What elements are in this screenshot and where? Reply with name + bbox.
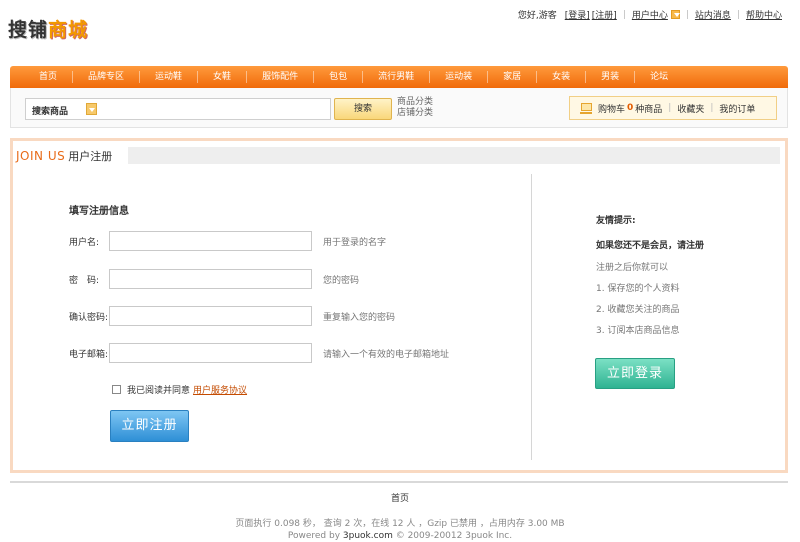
chevron-down-icon[interactable]: [86, 103, 97, 115]
messages-link[interactable]: 站内消息: [695, 8, 731, 21]
product-category-link[interactable]: 商品分类: [397, 97, 433, 108]
favorites-link[interactable]: 收藏夹: [677, 102, 704, 115]
cart-unit: 种商品: [635, 104, 663, 115]
service-agreement-link[interactable]: 用户服务协议: [193, 383, 247, 396]
main-nav: 首页 品牌专区 运动鞋 女鞋 服饰配件 包包 流行男鞋 运动装 家居 女装 男装…: [10, 66, 788, 88]
top-links: 您好,游客 [登录] [注册] | 用户中心 | 站内消息 | 帮助中心: [517, 8, 782, 22]
cart-icon: [580, 102, 592, 114]
email-label: 电子邮箱:: [69, 350, 109, 360]
agreement-row: 我已阅读并同意 用户服务协议: [112, 383, 247, 396]
nav-item-accessories[interactable]: 服饰配件: [247, 71, 315, 83]
separator: |: [736, 9, 740, 20]
shop-category-link[interactable]: 店铺分类: [397, 108, 433, 119]
search-category-links: 商品分类 店铺分类: [397, 97, 433, 119]
logo-text-1: 搜铺: [8, 18, 49, 41]
greeting-text: 您好,游客: [517, 11, 557, 21]
nav-item-womens-wear[interactable]: 女装: [537, 71, 587, 83]
search-category-select[interactable]: 搜索商品: [32, 104, 68, 117]
confirm-password-row: 确认密码: 重复输入您的密码: [69, 306, 509, 326]
username-hint: 用于登录的名字: [323, 238, 387, 248]
username-row: 用户名: 用于登录的名字: [69, 231, 509, 251]
nav-item-mens-wear[interactable]: 男装: [586, 71, 636, 83]
separator: |: [710, 103, 714, 113]
tips-item: 1. 保存您的个人资料: [596, 284, 680, 294]
footer-home-text[interactable]: 首页: [391, 494, 409, 504]
username-label: 用户名:: [69, 238, 100, 248]
help-link[interactable]: 帮助中心: [746, 8, 782, 21]
search-input[interactable]: 搜索商品: [25, 98, 331, 120]
login-button[interactable]: 立即登录: [595, 358, 675, 389]
register-button[interactable]: 立即注册: [110, 410, 189, 442]
nav-item-mens-shoes[interactable]: 流行男鞋: [363, 71, 431, 83]
username-field[interactable]: [109, 231, 312, 251]
password-row: 密 码: 您的密码: [69, 269, 509, 289]
password-field[interactable]: [109, 269, 312, 289]
user-center-link[interactable]: 用户中心: [632, 8, 668, 21]
email-field[interactable]: [109, 343, 312, 363]
footer-stats: 页面执行 0.098 秒， 查询 2 次，在线 12 人 ，Gzip 已禁用 ，…: [235, 519, 565, 529]
nav-item-sneakers[interactable]: 运动鞋: [140, 71, 199, 83]
form-title: 填写注册信息: [69, 206, 129, 217]
powered-prefix: Powered by: [287, 531, 343, 541]
email-row: 电子邮箱: 请输入一个有效的电子邮箱地址: [69, 343, 509, 363]
footer-divider: [10, 481, 788, 483]
register-panel: JOIN US 用户注册 填写注册信息 用户名: 用于登录的名字 密 码: 您的…: [10, 138, 788, 473]
tips-item: 3. 订阅本店商品信息: [596, 326, 680, 336]
tips-title: 友情提示:: [596, 216, 636, 226]
chevron-down-icon[interactable]: [670, 10, 680, 19]
divider: [531, 174, 532, 460]
confirm-password-hint: 重复输入您的密码: [323, 313, 396, 323]
nav-item-brands[interactable]: 品牌专区: [73, 71, 141, 83]
nav-item-womens-shoes[interactable]: 女鞋: [198, 71, 248, 83]
agree-text: 我已阅读并同意: [127, 386, 191, 396]
site-logo[interactable]: 搜铺 商城: [8, 14, 88, 42]
nav-item-sportswear[interactable]: 运动装: [430, 71, 489, 83]
page-title-en: JOIN US: [16, 148, 66, 163]
footer-home-link[interactable]: 首页: [0, 491, 800, 504]
cart-label[interactable]: 购物车: [598, 102, 625, 115]
separator: |: [622, 9, 626, 20]
register-link[interactable]: [注册]: [592, 8, 617, 21]
password-label: 密 码:: [69, 276, 100, 286]
page-title-zh: 用户注册: [68, 149, 113, 163]
cart-bar: 购物车 0 种商品 | 收藏夹 | 我的订单: [569, 96, 777, 120]
logo-text-2: 商城: [48, 18, 89, 41]
confirm-password-field[interactable]: [109, 306, 312, 326]
register-form: 填写注册信息 用户名: 用于登录的名字 密 码: 您的密码 确认密码: 重复输入…: [16, 174, 531, 460]
footer-powered: Powered by 3puok.com © 2009-20012 3puok …: [0, 531, 800, 541]
tips-heading: 如果您还不是会员，请注册: [596, 241, 705, 251]
copyright-text: © 2009-20012 3puok Inc.: [392, 531, 513, 541]
orders-link[interactable]: 我的订单: [719, 102, 755, 115]
nav-item-bags[interactable]: 包包: [314, 71, 364, 83]
nav-item-home-living[interactable]: 家居: [488, 71, 538, 83]
login-link[interactable]: [登录]: [565, 8, 590, 21]
agree-checkbox[interactable]: [112, 385, 121, 394]
search-button[interactable]: 搜索: [334, 98, 392, 120]
separator: |: [685, 9, 689, 20]
cart-count: 0: [627, 103, 634, 113]
tips-item: 2. 收藏您关注的商品: [596, 305, 680, 315]
separator: |: [668, 103, 672, 113]
page-title: JOIN US 用户注册: [16, 147, 112, 164]
title-bar: [128, 147, 780, 164]
nav-item-forum[interactable]: 论坛: [635, 71, 683, 83]
tips-intro: 注册之后你就可以: [596, 263, 669, 273]
confirm-password-label: 确认密码:: [69, 313, 109, 323]
tips-sidebar: 友情提示: 如果您还不是会员，请注册 注册之后你就可以 1. 保存您的个人资料 …: [596, 213, 776, 371]
password-hint: 您的密码: [323, 276, 360, 286]
powered-site-link[interactable]: 3puok.com: [343, 531, 393, 541]
email-hint: 请输入一个有效的电子邮箱地址: [323, 350, 450, 360]
nav-item-home[interactable]: 首页: [24, 71, 74, 83]
search-bar: 搜索商品 搜索 商品分类 店铺分类 购物车 0 种商品 | 收藏夹 | 我的订单: [10, 88, 788, 128]
